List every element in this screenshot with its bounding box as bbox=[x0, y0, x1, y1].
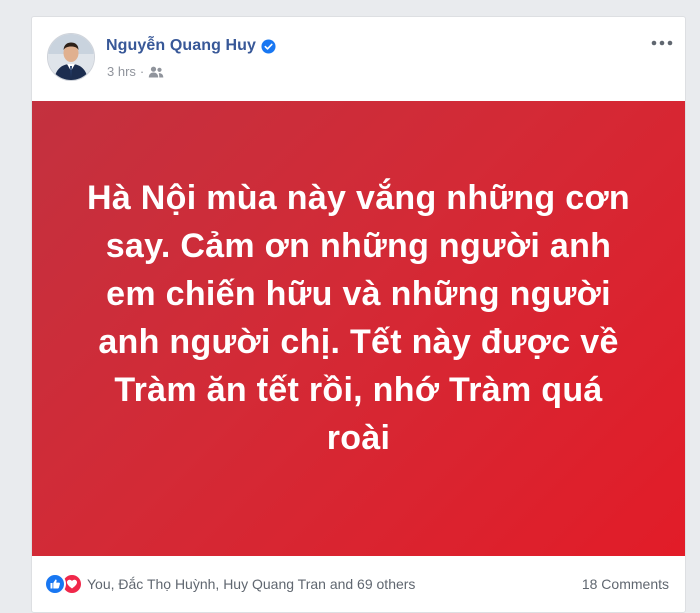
post-card: Nguyễn Quang Huy 3 hrs · Hà Nội mùa này … bbox=[31, 16, 686, 613]
like-icon bbox=[44, 573, 66, 595]
author-avatar[interactable] bbox=[47, 33, 95, 81]
meta-separator: · bbox=[139, 64, 145, 79]
author-line: Nguyễn Quang Huy bbox=[106, 36, 276, 56]
reaction-bar: You, Đắc Thọ Huỳnh, Huy Quang Tran and 6… bbox=[32, 556, 685, 612]
verified-badge-icon bbox=[261, 38, 276, 54]
banner-text: Hà Nội mùa này vắng những cơn say. Cảm ơ… bbox=[86, 178, 630, 457]
post-timestamp[interactable]: 3 hrs bbox=[107, 64, 136, 79]
more-options-icon bbox=[651, 40, 673, 46]
post-banner[interactable]: Hà Nội mùa này vắng những cơn say. Cảm ơ… bbox=[32, 101, 685, 556]
reactors-summary[interactable]: You, Đắc Thọ Huỳnh, Huy Quang Tran and 6… bbox=[87, 576, 415, 592]
friends-audience-icon[interactable] bbox=[148, 66, 164, 78]
profile-avatar-image bbox=[48, 34, 94, 80]
post-header: Nguyễn Quang Huy 3 hrs · bbox=[32, 17, 685, 101]
comments-count-link[interactable]: 18 Comments bbox=[582, 576, 669, 592]
author-name[interactable]: Nguyễn Quang Huy bbox=[106, 37, 256, 55]
post-meta: 3 hrs · bbox=[107, 64, 164, 79]
reaction-icons[interactable] bbox=[44, 573, 83, 595]
more-options-button[interactable] bbox=[649, 35, 675, 51]
